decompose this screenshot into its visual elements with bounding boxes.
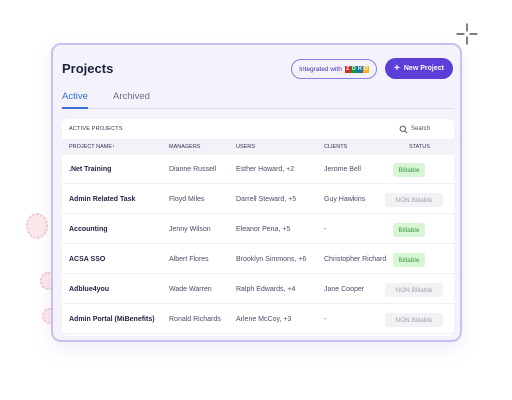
client-cell: - — [324, 316, 327, 323]
integration-label: Integrated with — [299, 65, 342, 73]
manager-cell: Albert Flores — [169, 256, 209, 263]
client-cell: Jerome Bell — [324, 166, 361, 173]
users-cell: Arlene McCoy, +3 — [236, 316, 292, 323]
sparkle-icon — [456, 23, 478, 45]
manager-cell: Jenny Wilson — [169, 226, 211, 233]
project-name: .Net Training — [69, 166, 112, 173]
plus-icon: + — [394, 62, 400, 74]
new-project-label: New Project — [403, 65, 444, 72]
integration-badge[interactable]: Integrated with Z O H O — [291, 59, 377, 79]
tab-archived[interactable]: Archived — [113, 91, 150, 102]
tab-bar: Active Archived — [62, 91, 454, 109]
table-row[interactable]: ACSA SSO Albert Flores Brooklyn Simmons, +… — [62, 245, 454, 274]
column-project-name[interactable]: PROJECT NAME↑ — [69, 144, 115, 150]
projects-table: ACTIVE PROJECTS Search PROJECT NAME↑ MAN… — [62, 119, 454, 336]
client-cell: Guy Hawkins — [324, 196, 366, 203]
status-badge: NON Billable — [385, 313, 443, 327]
table-title: ACTIVE PROJECTS — [69, 126, 123, 132]
table-row[interactable]: .Net Training Dianne Russell Esther Howard… — [62, 155, 454, 184]
column-managers[interactable]: MANAGERS — [169, 144, 200, 150]
users-cell: Brooklyn Simmons, +6 — [236, 256, 307, 263]
table-row[interactable]: Accounting Jenny Wilson Eleanor Pena, +5 - B… — [62, 215, 454, 244]
project-name: Adblue4you — [69, 286, 110, 293]
manager-cell: Dianne Russell — [169, 166, 217, 173]
users-cell: Esther Howard, +2 — [236, 166, 295, 173]
decorative-blob — [26, 213, 48, 239]
projects-card: Projects Integrated with Z O H O + New P… — [51, 43, 462, 342]
status-badge: NON Billable — [385, 193, 443, 207]
search-icon — [399, 125, 408, 133]
client-cell: - — [324, 226, 327, 233]
project-name: Admin Related Task — [69, 196, 136, 203]
manager-cell: Floyd Miles — [169, 196, 205, 203]
manager-cell: Wade Warren — [169, 286, 212, 293]
project-name: ACSA SSO — [69, 256, 106, 263]
status-badge: Billable — [393, 223, 425, 237]
status-badge: Billable — [393, 163, 425, 177]
table-toolbar: ACTIVE PROJECTS Search — [62, 119, 454, 139]
client-cell: Jane Cooper — [324, 286, 365, 293]
zoho-logo: Z O H O — [344, 65, 369, 73]
manager-cell: Ronald Richards — [169, 316, 221, 323]
column-clients[interactable]: CLIENTS — [324, 144, 347, 150]
users-cell: Darrell Steward, +5 — [236, 196, 297, 203]
status-badge: NON Billable — [385, 283, 443, 297]
page-title: Projects — [62, 61, 114, 76]
project-name: Admin Portal (MiBenefits) — [69, 316, 155, 323]
table-row[interactable]: Admin Portal (MiBenefits) Ronald Richards… — [62, 305, 454, 334]
table-header: PROJECT NAME↑ MANAGERS USERS CLIENTS STA… — [62, 139, 454, 155]
table-row[interactable]: Admin Related Task Floyd Miles Darrell Ste… — [62, 185, 454, 214]
table-row[interactable]: Adblue4you Wade Warren Ralph Edwards, +4 Ja… — [62, 275, 454, 304]
new-project-button[interactable]: + New Project — [385, 58, 453, 79]
column-status[interactable]: STATUS — [409, 144, 430, 150]
search-label: Search — [411, 126, 431, 132]
project-name: Accounting — [69, 226, 108, 233]
client-cell: Christopher Richard — [324, 256, 387, 263]
status-badge: Billable — [393, 253, 425, 267]
users-cell: Ralph Edwards, +4 — [236, 286, 296, 293]
column-users[interactable]: USERS — [236, 144, 255, 150]
tab-active[interactable]: Active — [62, 91, 88, 109]
search-input[interactable]: Search — [399, 123, 430, 135]
users-cell: Eleanor Pena, +5 — [236, 226, 291, 233]
